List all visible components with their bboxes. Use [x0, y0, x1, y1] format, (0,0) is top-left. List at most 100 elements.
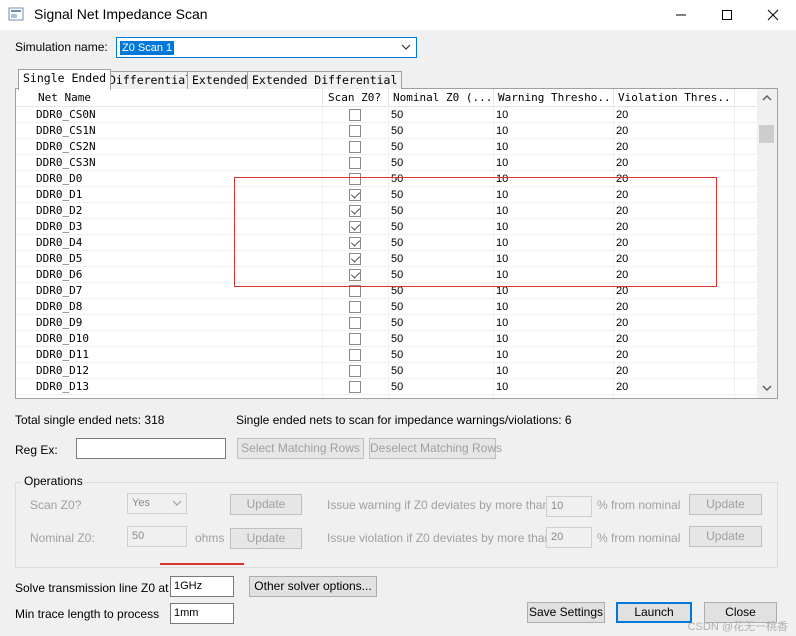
- scan-checkbox[interactable]: [349, 317, 361, 329]
- warning-threshold-cell[interactable]: 10: [496, 300, 508, 314]
- minimize-button[interactable]: [658, 0, 704, 30]
- violation-threshold-cell[interactable]: 20: [616, 156, 628, 170]
- table-row[interactable]: DDR0_CS1N 50 10 20: [16, 123, 757, 139]
- update-nominal-button[interactable]: Update: [230, 528, 302, 549]
- nominal-z0-unit: ohms: [195, 531, 225, 545]
- scan-checkbox[interactable]: [349, 157, 361, 169]
- net-name-cell: DDR0_D1: [36, 188, 83, 201]
- min-trace-length-label: Min trace length to process: [15, 607, 160, 621]
- violation-threshold-cell[interactable]: 20: [616, 332, 628, 346]
- solve-frequency-label: Solve transmission line Z0 at: [15, 581, 169, 595]
- save-settings-button[interactable]: Save Settings: [527, 602, 605, 623]
- tab-single-ended[interactable]: Single Ended: [18, 69, 112, 90]
- warning-deviation-input[interactable]: 10: [546, 496, 592, 517]
- violation-threshold-cell[interactable]: 20: [616, 316, 628, 330]
- tab-differential[interactable]: Differential: [104, 71, 198, 89]
- tab-extended[interactable]: Extended: [187, 71, 253, 89]
- chevron-up-icon[interactable]: [761, 93, 773, 103]
- violation-threshold-cell[interactable]: 20: [616, 348, 628, 362]
- warning-threshold-cell[interactable]: 10: [496, 108, 508, 122]
- scan-checkbox[interactable]: [349, 349, 361, 361]
- select-matching-rows-button[interactable]: Select Matching Rows: [237, 438, 364, 459]
- table-row[interactable]: DDR0_CS3N 50 10 20: [16, 155, 757, 171]
- scan-checkbox[interactable]: [349, 381, 361, 393]
- net-name-cell: DDR0_CS0N: [36, 108, 96, 121]
- nominal-z0-cell[interactable]: 50: [391, 316, 403, 330]
- scan-checkbox[interactable]: [349, 301, 361, 313]
- col-net-name[interactable]: Net Name: [38, 91, 318, 105]
- table-row[interactable]: DDR0_D13 50 10 20: [16, 379, 757, 395]
- table-row[interactable]: DDR0_D11 50 10 20: [16, 347, 757, 363]
- scan-checkbox[interactable]: [349, 141, 361, 153]
- violation-threshold-cell[interactable]: 20: [616, 380, 628, 394]
- warning-threshold-cell[interactable]: 10: [496, 348, 508, 362]
- update-scan-button[interactable]: Update: [230, 494, 302, 515]
- violation-threshold-cell[interactable]: 20: [616, 140, 628, 154]
- table-row[interactable]: DDR0_D9 50 10 20: [16, 315, 757, 331]
- violation-deviation-input[interactable]: 20: [546, 527, 592, 548]
- scan-checkbox[interactable]: [349, 125, 361, 137]
- vertical-scrollbar[interactable]: [757, 89, 777, 398]
- watermark: CSDN @花无一桃香: [687, 621, 788, 633]
- nominal-z0-input[interactable]: 50: [127, 526, 187, 547]
- table-row[interactable]: DDR0_CS0N 50 10 20: [16, 107, 757, 123]
- total-nets-label: Total single ended nets: 318: [15, 413, 165, 427]
- table-row[interactable]: DDR0_D12 50 10 20: [16, 363, 757, 379]
- table-row[interactable]: DDR0_CS2N 50 10 20: [16, 139, 757, 155]
- table-row[interactable]: DDR0_D8 50 10 20: [16, 299, 757, 315]
- nominal-z0-cell[interactable]: 50: [391, 300, 403, 314]
- launch-button[interactable]: Launch: [616, 602, 692, 623]
- warning-threshold-cell[interactable]: 10: [496, 316, 508, 330]
- chevron-down-icon[interactable]: [761, 383, 773, 393]
- warning-threshold-cell[interactable]: 10: [496, 380, 508, 394]
- deselect-matching-rows-button[interactable]: Deselect Matching Rows: [369, 438, 502, 459]
- nominal-z0-cell[interactable]: 50: [391, 332, 403, 346]
- scan-checkbox[interactable]: [349, 365, 361, 377]
- other-solver-options-button[interactable]: Other solver options...: [249, 576, 377, 597]
- warning-threshold-cell[interactable]: 10: [496, 124, 508, 138]
- net-name-cell: DDR0_D9: [36, 316, 83, 329]
- table-row[interactable]: DDR0_D10 50 10 20: [16, 331, 757, 347]
- table-header: Net Name Scan Z0? Nominal Z0 (... Warnin…: [16, 89, 757, 107]
- net-name-cell: DDR0_CS1N: [36, 124, 96, 137]
- update-warning-button[interactable]: Update: [689, 494, 762, 515]
- violation-threshold-cell[interactable]: 20: [616, 364, 628, 378]
- app-icon: [8, 7, 24, 21]
- nominal-z0-cell[interactable]: 50: [391, 364, 403, 378]
- scan-checkbox[interactable]: [349, 333, 361, 345]
- col-scan-z0[interactable]: Scan Z0?: [328, 91, 392, 105]
- scan-z0-select[interactable]: Yes: [127, 493, 187, 514]
- nominal-z0-cell[interactable]: 50: [391, 156, 403, 170]
- highlight-box: [234, 177, 717, 287]
- nominal-z0-cell[interactable]: 50: [391, 348, 403, 362]
- net-name-cell: DDR0_CS3N: [36, 156, 96, 169]
- warning-threshold-cell[interactable]: 10: [496, 364, 508, 378]
- nominal-z0-cell[interactable]: 50: [391, 124, 403, 138]
- violation-threshold-cell[interactable]: 20: [616, 300, 628, 314]
- nominal-z0-cell[interactable]: 50: [391, 140, 403, 154]
- violation-threshold-cell[interactable]: 20: [616, 124, 628, 138]
- close-icon: [767, 9, 779, 21]
- col-violation-threshold[interactable]: Violation Thres...: [618, 91, 733, 105]
- col-nominal-z0[interactable]: Nominal Z0 (...: [393, 91, 493, 105]
- nominal-z0-cell[interactable]: 50: [391, 380, 403, 394]
- net-name-cell: DDR0_D8: [36, 300, 83, 313]
- min-trace-length-input[interactable]: 1mm: [170, 603, 234, 624]
- scan-checkbox[interactable]: [349, 109, 361, 121]
- scrollbar-thumb[interactable]: [759, 125, 774, 143]
- net-name-cell: DDR0_D7: [36, 284, 83, 297]
- update-violation-button[interactable]: Update: [689, 526, 762, 547]
- nominal-z0-cell[interactable]: 50: [391, 108, 403, 122]
- warning-threshold-cell[interactable]: 10: [496, 140, 508, 154]
- maximize-button[interactable]: [704, 0, 750, 30]
- violation-threshold-cell[interactable]: 20: [616, 108, 628, 122]
- tab-extended-differential[interactable]: Extended Differential: [247, 71, 403, 89]
- warning-threshold-cell[interactable]: 10: [496, 156, 508, 170]
- nets-to-scan-label: Single ended nets to scan for impedance …: [236, 413, 572, 427]
- warning-threshold-cell[interactable]: 10: [496, 332, 508, 346]
- solve-frequency-input[interactable]: 1GHz: [170, 576, 234, 597]
- close-window-button[interactable]: [750, 0, 796, 30]
- simulation-name-combo[interactable]: Z0 Scan 1: [116, 37, 417, 58]
- col-warning-threshold[interactable]: Warning Thresho...: [498, 91, 610, 105]
- regex-input[interactable]: [76, 438, 226, 459]
